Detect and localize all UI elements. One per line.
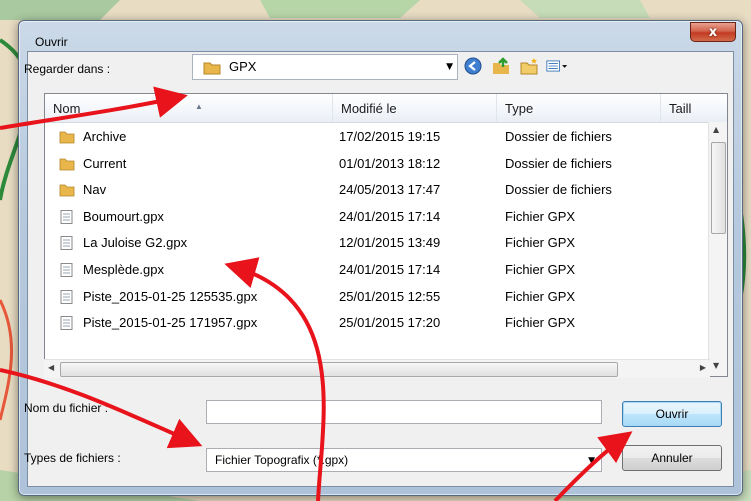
file-name: Piste_2015-01-25 171957.gpx	[83, 315, 258, 331]
file-name: Mesplède.gpx	[83, 261, 164, 277]
vertical-scrollbar[interactable]: ▲ ▼	[708, 122, 727, 376]
scroll-up-icon[interactable]: ▲	[713, 125, 719, 134]
lookin-label: Regarder dans :	[24, 62, 111, 76]
file-rows: Archive 17/02/2015 19:15 Dossier de fichie…	[45, 124, 705, 337]
file-row[interactable]: Boumourt.gpx 24/01/2015 17:14 Fichier GPX	[45, 204, 705, 231]
file-type: Fichier GPX	[505, 235, 576, 251]
file-modified: 24/01/2015 17:14	[339, 261, 441, 277]
folder-icon	[59, 157, 75, 171]
file-row[interactable]: La Juloise G2.gpx 12/01/2015 13:49 Fichier…	[45, 230, 705, 257]
dialog-title: Ouvrir	[35, 35, 68, 49]
close-icon: x	[708, 24, 718, 40]
file-row[interactable]: Mesplède.gpx 24/01/2015 17:14 Fichier GPX	[45, 257, 705, 284]
file-row[interactable]: Current 01/01/2013 18:12 Dossier de fichie…	[45, 151, 705, 178]
file-type: Fichier GPX	[505, 288, 576, 304]
scroll-right-icon[interactable]: ▶	[700, 363, 706, 372]
file-name: Nav	[83, 182, 107, 198]
new-folder-icon[interactable]	[518, 56, 540, 76]
column-header-size[interactable]: Taill	[661, 94, 715, 122]
folder-icon	[59, 183, 75, 197]
file-icon	[59, 209, 75, 224]
filename-label: Nom du fichier :	[24, 401, 109, 415]
file-modified: 01/01/2013 18:12	[339, 155, 441, 171]
file-modified: 24/05/2013 17:47	[339, 182, 441, 198]
column-header-name[interactable]: Nom ▲	[45, 94, 333, 122]
column-header-modified[interactable]: Modifié le	[333, 94, 497, 122]
file-name: Boumourt.gpx	[83, 208, 164, 224]
file-type: Dossier de fichiers	[505, 182, 612, 198]
close-button[interactable]: x	[690, 22, 736, 42]
horizontal-scrollbar[interactable]: ◀ ▶	[44, 359, 710, 378]
chevron-down-icon: ▼	[446, 62, 453, 72]
file-type: Fichier GPX	[505, 315, 576, 331]
file-type: Dossier de fichiers	[505, 155, 612, 171]
filetype-label: Types de fichiers :	[24, 451, 121, 465]
hscroll-thumb[interactable]	[60, 362, 618, 377]
file-row[interactable]: Piste_2015-01-25 171957.gpx 25/01/2015 17…	[45, 310, 705, 337]
file-row[interactable]: Nav 24/05/2013 17:47 Dossier de fichiers	[45, 177, 705, 204]
folder-icon	[59, 130, 75, 144]
filetype-value: Fichier Topografix (*.gpx)	[215, 453, 349, 467]
back-icon[interactable]	[462, 56, 484, 76]
file-icon	[59, 316, 75, 331]
view-menu-icon[interactable]	[546, 56, 568, 76]
file-type: Fichier GPX	[505, 208, 576, 224]
file-modified: 17/02/2015 19:15	[339, 129, 441, 144]
open-button[interactable]: Ouvrir	[622, 401, 722, 427]
file-row[interactable]: Piste_2015-01-25 125535.gpx 25/01/2015 12…	[45, 284, 705, 311]
file-name: Piste_2015-01-25 125535.gpx	[83, 288, 258, 304]
file-modified: 25/01/2015 17:20	[339, 315, 441, 331]
scroll-down-icon[interactable]: ▼	[713, 361, 719, 370]
file-name: La Juloise G2.gpx	[83, 235, 188, 251]
file-modified: 24/01/2015 17:14	[339, 208, 441, 224]
lookin-dropdown[interactable]: GPX ▼	[192, 54, 458, 80]
cancel-button[interactable]: Annuler	[622, 445, 722, 471]
file-modified: 25/01/2015 12:55	[339, 288, 441, 304]
filetype-dropdown[interactable]: Fichier Topografix (*.gpx) ▼	[206, 448, 602, 472]
list-header: Nom ▲ Modifié le Type Taill	[45, 94, 727, 123]
file-name: Current	[83, 155, 127, 171]
nav-toolbar	[462, 56, 568, 76]
filename-input[interactable]	[206, 400, 602, 424]
file-icon	[59, 262, 75, 277]
file-type: Fichier GPX	[505, 261, 576, 277]
file-icon	[59, 289, 75, 304]
scroll-left-icon[interactable]: ◀	[48, 363, 54, 372]
file-modified: 12/01/2015 13:49	[339, 235, 441, 251]
scroll-thumb[interactable]	[711, 142, 726, 234]
file-type: Dossier de fichiers	[505, 129, 612, 144]
up-folder-icon[interactable]	[490, 56, 512, 76]
file-row[interactable]: Archive 17/02/2015 19:15 Dossier de fichie…	[45, 124, 705, 151]
file-icon	[59, 236, 75, 251]
file-list[interactable]: Nom ▲ Modifié le Type Taill Archive 17/02…	[44, 93, 728, 377]
lookin-value: GPX	[229, 59, 257, 74]
column-header-type[interactable]: Type	[497, 94, 661, 122]
sort-ascending-icon: ▲	[195, 102, 203, 111]
folder-icon	[203, 62, 221, 75]
file-name: Archive	[83, 129, 127, 144]
chevron-down-icon: ▼	[588, 456, 595, 466]
